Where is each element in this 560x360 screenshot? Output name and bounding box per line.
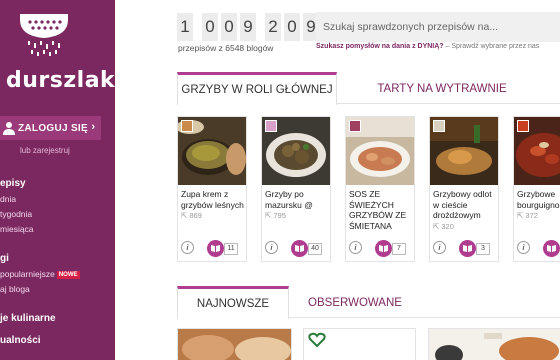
nav-item-most-popular[interactable]: popularniejsze NOWE bbox=[0, 267, 115, 282]
recipe-card[interactable]: Zupa krem z grzybów leśnych ⇱ 869 i 11 bbox=[177, 116, 247, 262]
sidebar: durszlak ZALOGUJ SIĘ › lub zarejestruj e… bbox=[0, 0, 115, 360]
nav-item-most-popular-label: popularniejsze bbox=[0, 269, 55, 279]
feed-card-photo bbox=[429, 329, 560, 360]
nav-section-culinary-actions[interactable]: je kulinarne bbox=[0, 311, 115, 327]
author-avatar[interactable] bbox=[433, 120, 445, 132]
recipe-photo[interactable] bbox=[430, 117, 498, 185]
comments-count: 3 bbox=[476, 243, 490, 255]
bookmark-button[interactable] bbox=[543, 240, 560, 257]
likes-value: 372 bbox=[525, 211, 538, 220]
info-icon[interactable]: i bbox=[265, 241, 278, 254]
nav-section-news[interactable]: ualności bbox=[0, 333, 115, 349]
likes-count: ⇱ 372 bbox=[517, 211, 538, 220]
tab-newest[interactable]: NAJNOWSZE bbox=[177, 286, 289, 319]
search-promo[interactable]: Szukasz pomysłów na dania z DYNIĄ? – Spr… bbox=[316, 43, 539, 50]
comments-count: 40 bbox=[308, 243, 322, 255]
recipe-card[interactable]: Grzyby po mazursku @ ⇱ 795 i 40 bbox=[261, 116, 331, 262]
nav-item-week[interactable]: tygodnia bbox=[0, 207, 115, 222]
recipe-title[interactable]: Grzybowe bourguignon ⇱ 372 bbox=[517, 189, 560, 222]
tab-following[interactable]: OBSERWOWANE bbox=[295, 286, 415, 318]
feed-card[interactable] bbox=[303, 328, 416, 360]
recipe-title[interactable]: SOS ZE ŚWIEŻYCH GRZYBÓW ZE ŚMIETANA bbox=[349, 189, 413, 231]
bookmark-button[interactable] bbox=[291, 240, 308, 257]
sidebar-nav: episy dnia tygodnia miesiąca gi popularn… bbox=[0, 176, 115, 349]
recipe-title[interactable]: Grzyby po mazursku @ ⇱ 795 bbox=[265, 189, 329, 222]
recipe-title[interactable]: Zupa krem z grzybów leśnych ⇱ 869 bbox=[181, 189, 245, 222]
likes-count: ⇱ 795 bbox=[265, 211, 286, 220]
book-icon bbox=[295, 245, 304, 252]
tab-savory-tarts[interactable]: TARTY NA WYTRAWNIE bbox=[367, 72, 517, 104]
tabs-feed: NAJNOWSZE OBSERWOWANE bbox=[177, 286, 560, 319]
author-avatar[interactable] bbox=[349, 120, 361, 132]
recipe-photo[interactable] bbox=[514, 117, 560, 185]
comments-count: 7 bbox=[392, 243, 406, 255]
recipe-title-text: SOS ZE ŚWIEŻYCH GRZYBÓW ZE ŚMIETANA bbox=[349, 189, 407, 231]
colander-logo-icon bbox=[20, 14, 68, 56]
book-icon bbox=[547, 245, 556, 252]
recipe-title-text: Grzyby po mazursku @ bbox=[265, 189, 313, 210]
likes-value: 795 bbox=[273, 211, 286, 220]
recipe-title-text: Grzybowe bourguignon bbox=[517, 189, 560, 210]
recipe-counter: 1 0 0 9 2 0 9 bbox=[177, 13, 319, 41]
likes-count: ⇱ 320 bbox=[433, 221, 454, 231]
counter-digit: 9 bbox=[240, 13, 256, 41]
logo-text: durszlak bbox=[6, 68, 115, 93]
info-icon[interactable]: i bbox=[517, 241, 530, 254]
nav-item-day[interactable]: dnia bbox=[0, 192, 115, 207]
feed-card[interactable] bbox=[428, 328, 560, 360]
recipe-card[interactable]: SOS ZE ŚWIEŻYCH GRZYBÓW ZE ŚMIETANA i 7 bbox=[345, 116, 415, 262]
chevron-right-icon: › bbox=[91, 121, 95, 133]
counter-digit: 1 bbox=[177, 13, 193, 41]
nav-section-blogs[interactable]: gi bbox=[0, 251, 115, 267]
tab-mushrooms[interactable]: GRZYBY W ROLI GŁÓWNEJ bbox=[177, 72, 337, 105]
login-button[interactable]: ZALOGUJ SIĘ › bbox=[0, 116, 101, 140]
counter-digit: 0 bbox=[202, 13, 218, 41]
recipe-title-text: Zupa krem z grzybów leśnych bbox=[181, 189, 244, 210]
likes-value: 869 bbox=[189, 211, 202, 220]
bookmark-button[interactable] bbox=[207, 240, 224, 257]
search-input[interactable]: Szukaj sprawdzonych przepisów na... bbox=[316, 12, 560, 42]
user-icon bbox=[3, 122, 15, 135]
recipe-photo[interactable] bbox=[178, 117, 246, 185]
recipe-photo[interactable] bbox=[262, 117, 330, 185]
author-avatar[interactable] bbox=[517, 120, 529, 132]
feed-card-photo bbox=[178, 329, 291, 360]
author-avatar[interactable] bbox=[265, 120, 277, 132]
info-icon[interactable]: i bbox=[349, 241, 362, 254]
info-icon[interactable]: i bbox=[433, 241, 446, 254]
book-icon bbox=[379, 245, 388, 252]
nav-section-recipes[interactable]: episy bbox=[0, 176, 115, 192]
likes-value: 320 bbox=[441, 221, 454, 231]
feed-card[interactable] bbox=[177, 328, 292, 360]
counter-digit: 2 bbox=[265, 13, 281, 41]
bookmark-button[interactable] bbox=[375, 240, 392, 257]
recipe-photo[interactable] bbox=[346, 117, 414, 185]
recipe-title[interactable]: Grzybowy odlot w cieście drożdżowym ⇱ 320 bbox=[433, 189, 497, 232]
book-icon bbox=[463, 245, 472, 252]
info-icon[interactable]: i bbox=[181, 241, 194, 254]
new-badge: NOWE bbox=[56, 271, 80, 279]
promo-bold: Szukasz pomysłów na dania z DYNIĄ? bbox=[316, 43, 444, 50]
counter-caption: przepisów z 6548 blogów bbox=[178, 43, 274, 53]
book-icon bbox=[211, 245, 220, 252]
comments-count: 11 bbox=[224, 243, 238, 255]
tabs-featured: GRZYBY W ROLI GŁÓWNEJ TARTY NA WYTRAWNIE bbox=[177, 72, 560, 105]
logo[interactable]: durszlak bbox=[0, 10, 115, 93]
likes-count: ⇱ 869 bbox=[181, 211, 202, 220]
recipe-card[interactable]: Grzybowe bourguignon ⇱ 372 i bbox=[513, 116, 560, 262]
register-link[interactable]: lub zarejestruj bbox=[20, 146, 70, 155]
counter-digit: 0 bbox=[284, 13, 300, 41]
counter-digit: 0 bbox=[221, 13, 237, 41]
recipe-card[interactable]: Grzybowy odlot w cieście drożdżowym ⇱ 320… bbox=[429, 116, 499, 262]
recipe-title-text: Grzybowy odlot w cieście drożdżowym bbox=[433, 189, 492, 220]
promo-rest: – Sprawdź wybrane przez nas bbox=[443, 43, 540, 50]
author-avatar[interactable] bbox=[181, 120, 193, 132]
nav-item-add-blog[interactable]: aj bloga bbox=[0, 282, 115, 297]
heart-icon bbox=[308, 332, 326, 348]
bookmark-button[interactable] bbox=[459, 240, 476, 257]
nav-item-month[interactable]: miesiąca bbox=[0, 222, 115, 237]
login-label: ZALOGUJ SIĘ bbox=[18, 122, 88, 134]
